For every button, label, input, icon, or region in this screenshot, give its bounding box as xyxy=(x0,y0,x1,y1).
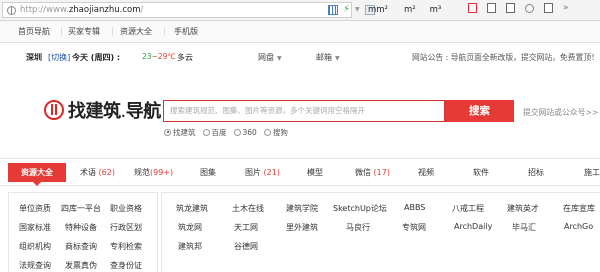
mailbox-dropdown[interactable]: 邮箱 ▼ xyxy=(316,52,340,63)
logo-text: 找建筑.导航 xyxy=(68,101,161,122)
url-text: http://www.zhaojianzhu.com/ xyxy=(20,5,144,15)
site-logo[interactable]: 找建筑.导航 xyxy=(44,98,161,122)
site-link[interactable]: ArchGo xyxy=(564,222,593,231)
today-label: 今天 (周四) : xyxy=(72,53,121,62)
resource-link[interactable]: 特种设备 xyxy=(65,222,97,233)
logo-icon xyxy=(44,100,64,120)
engine-option[interactable]: 搜狗 xyxy=(263,127,288,138)
tab-software[interactable]: 软件 xyxy=(473,167,489,178)
site-link[interactable]: 建筑学院 xyxy=(286,203,318,214)
search-button[interactable]: 搜索 xyxy=(445,100,514,122)
resource-link[interactable]: 专利检索 xyxy=(110,241,142,252)
radio-icon xyxy=(202,128,210,136)
radio-icon xyxy=(164,128,171,136)
nav-mobile[interactable]: 手机版 xyxy=(174,21,198,42)
site-link[interactable]: ABBS xyxy=(404,203,425,212)
resource-link[interactable]: 国家标准 xyxy=(19,222,51,233)
engine-option[interactable]: 百度 xyxy=(202,127,227,138)
more-icon[interactable]: » xyxy=(563,3,569,13)
settings-icon[interactable] xyxy=(544,3,553,13)
tab-resources[interactable]: 资源大全 xyxy=(8,163,66,186)
nav-buyer-albums[interactable]: 买家专辑 xyxy=(68,21,100,42)
resource-link[interactable]: 组织机构 xyxy=(19,241,51,252)
city-switch-link[interactable]: [切换] xyxy=(48,52,70,63)
site-link[interactable]: 谷德网 xyxy=(234,241,258,252)
resource-link[interactable]: 法规查询 xyxy=(19,260,51,271)
site-top-nav: 首页导航 买家专辑 资源大全 手机版 xyxy=(0,21,600,43)
nav-divider xyxy=(112,27,113,36)
site-link[interactable]: 专筑网 xyxy=(402,222,426,233)
nav-divider xyxy=(61,27,62,36)
browser-right-icons: » xyxy=(468,3,569,13)
search-input[interactable]: 搜索建筑规范、图集、图片等资源，多个关键词用空格隔开 xyxy=(163,100,445,122)
page-icon[interactable] xyxy=(468,3,477,13)
site-link[interactable]: SketchUp论坛 xyxy=(333,203,387,214)
site-link[interactable]: 建筑邦 xyxy=(178,241,202,252)
info-bar: 深圳 [切换] 今天 (周四) : 23~29℃ 多云 网盘 ▼ 邮箱 ▼ 网站公告… xyxy=(0,44,600,70)
radio-icon xyxy=(233,128,241,136)
tab-images[interactable]: 图片 (21) xyxy=(245,167,280,178)
site-link[interactable]: 筑龙网 xyxy=(178,222,202,233)
browser-address-bar: http://www.zhaojianzhu.com/ ⚡ ▼ mm² m² m… xyxy=(0,0,600,21)
search-engine-options: 找建筑 百度 360 搜狗 xyxy=(164,127,295,137)
globe-icon xyxy=(7,6,16,15)
grid-icon[interactable] xyxy=(487,3,496,13)
tab-atlas[interactable]: 图集 xyxy=(200,167,216,178)
tab-terms[interactable]: 术语 (62) xyxy=(80,167,115,178)
resource-links-panel: 单位资质 四库一平台 职业资格 国家标准 特种设备 行政区划 组织机构 商标查询… xyxy=(8,192,158,272)
engine-option[interactable]: 找建筑 xyxy=(164,127,196,138)
resource-link[interactable]: 发票真伪 xyxy=(65,260,97,271)
lightning-icon[interactable]: ⚡ xyxy=(343,5,350,15)
nav-home[interactable]: 首页导航 xyxy=(18,21,50,42)
site-link[interactable]: ArchDaily xyxy=(454,222,492,231)
unit-m3[interactable]: m³ xyxy=(430,5,442,15)
site-link[interactable]: 里外建筑 xyxy=(286,222,318,233)
site-link[interactable]: 在库宣库 xyxy=(563,203,595,214)
dropdown-icon[interactable]: ▼ xyxy=(355,5,360,15)
unit-converter-bar: mm² m² m³ xyxy=(368,3,455,17)
unit-m2[interactable]: m² xyxy=(404,5,416,15)
magnifier-icon[interactable] xyxy=(525,3,534,13)
nav-resources[interactable]: 资源大全 xyxy=(120,21,152,42)
site-link[interactable]: 天工网 xyxy=(234,222,258,233)
resource-link[interactable]: 商标查询 xyxy=(65,241,97,252)
chevron-down-icon: ▼ xyxy=(277,55,282,62)
netdisk-dropdown[interactable]: 网盘 ▼ xyxy=(258,52,282,63)
category-tabs: 资源大全 术语 (62) 规范(99+) 图集 图片 (21) 模型 微信 (1… xyxy=(0,158,600,186)
tab-construction[interactable]: 施工 xyxy=(584,167,600,178)
resource-link[interactable]: 单位资质 xyxy=(19,203,51,214)
weather-text: 多云 xyxy=(177,53,193,62)
resource-link[interactable]: 查身份证 xyxy=(110,260,142,271)
city-name: 深圳 xyxy=(26,53,42,62)
tab-codes[interactable]: 规范(99+) xyxy=(134,167,173,178)
site-link[interactable]: 八戒工程 xyxy=(452,203,484,214)
tab-models[interactable]: 模型 xyxy=(307,167,323,178)
radio-icon xyxy=(263,128,271,136)
compat-mode-icon[interactable] xyxy=(328,5,338,15)
resource-link[interactable]: 职业资格 xyxy=(110,203,142,214)
site-link[interactable]: 土木在线 xyxy=(232,203,264,214)
site-link[interactable]: 筑龙建筑 xyxy=(176,203,208,214)
engine-option[interactable]: 360 xyxy=(233,128,257,137)
chevron-down-icon: ▼ xyxy=(335,55,340,62)
site-link[interactable]: 马良行 xyxy=(346,222,370,233)
unit-mm2[interactable]: mm² xyxy=(368,5,388,15)
resource-link[interactable]: 行政区划 xyxy=(110,222,142,233)
nav-divider xyxy=(164,27,165,36)
site-links-panel: 筑龙建筑 土木在线 建筑学院 SketchUp论坛 ABBS 八戒工程 建筑英才… xyxy=(161,192,600,272)
site-link[interactable]: 毕马汇 xyxy=(512,222,536,233)
tab-wechat[interactable]: 微信 (17) xyxy=(355,167,390,178)
site-notice[interactable]: 网站公告 : 导航页面全新改版，提交网站，免费置顶！ xyxy=(412,52,599,63)
tab-tenders[interactable]: 招标 xyxy=(528,167,544,178)
site-link[interactable]: 建筑英才 xyxy=(507,203,539,214)
temperature: 23~29℃ xyxy=(142,52,176,61)
resource-link[interactable]: 四库一平台 xyxy=(61,203,101,214)
url-field[interactable]: http://www.zhaojianzhu.com/ xyxy=(2,2,352,18)
submit-site-link[interactable]: 提交网站或公众号>> xyxy=(523,107,598,118)
pen-icon[interactable] xyxy=(506,3,515,13)
tab-videos[interactable]: 视频 xyxy=(418,167,434,178)
